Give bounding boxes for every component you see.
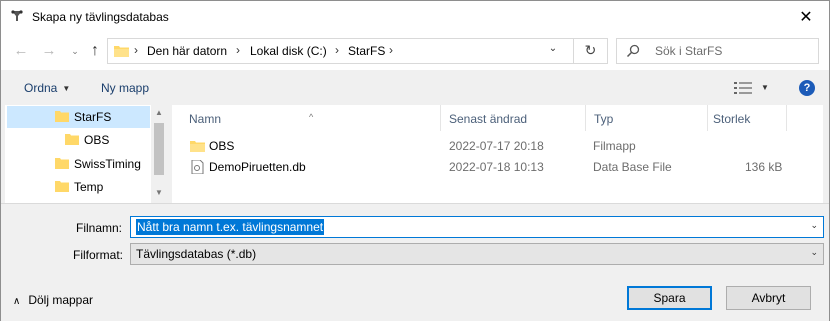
folder-icon <box>55 111 69 122</box>
cancel-button[interactable]: Avbryt <box>726 286 811 310</box>
nav-pane-scrollbar[interactable]: ▲ ▼ <box>151 105 167 203</box>
filename-value[interactable]: Nått bra namn t.ex. tävlingsnamnet <box>136 219 325 235</box>
search-placeholder: Sök i StarFS <box>655 44 723 58</box>
file-icon <box>191 160 204 174</box>
file-date: 2022-07-18 10:13 <box>449 160 544 174</box>
filename-field[interactable]: Nått bra namn t.ex. tävlingsnamnet ⌄ <box>130 216 824 238</box>
sort-ascending-icon: ^ <box>309 112 314 122</box>
forward-button[interactable]: → <box>39 41 59 61</box>
chevron-down-icon[interactable]: ⌄ <box>810 220 818 231</box>
column-header-label: Namn <box>189 112 222 126</box>
caret-down-icon: ▼ <box>62 84 71 93</box>
save-button[interactable]: Spara <box>627 286 712 310</box>
breadcrumb-starfs[interactable]: StarFS <box>348 44 385 58</box>
address-bar[interactable]: › Den här datorn › Lokal disk (C:) › Sta… <box>107 38 608 64</box>
filetype-value: Tävlingsdatabas (*.db) <box>136 247 257 261</box>
column-header-type[interactable]: Typ <box>586 105 707 131</box>
filename-label: Filnamn: <box>76 221 123 235</box>
tree-item-starfs[interactable]: StarFS <box>7 106 150 128</box>
file-name: OBS <box>209 139 235 153</box>
file-type: Filmapp <box>593 139 636 153</box>
scroll-up-icon[interactable]: ▲ <box>154 108 164 120</box>
folder-icon <box>114 46 129 57</box>
folder-icon <box>55 181 69 192</box>
file-date: 2022-07-17 20:18 <box>449 139 544 153</box>
organize-label: Ordna <box>24 81 58 95</box>
column-header-size[interactable]: Storlek <box>708 105 786 131</box>
up-button[interactable]: ↑ <box>85 41 105 61</box>
new-folder-button[interactable]: Ny mapp <box>101 81 149 95</box>
view-options-caret-icon[interactable]: ▼ <box>761 83 769 92</box>
tree-item-swisstiming[interactable]: SwissTiming <box>7 153 150 175</box>
address-dropdown-chevron-icon[interactable]: ⌄ <box>544 43 562 59</box>
folder-icon <box>65 134 79 145</box>
search-input[interactable]: Sök i StarFS <box>616 38 819 64</box>
title-bar: Skapa ny tävlingsdatabas ✕ <box>1 1 829 32</box>
command-toolbar: Ordna ▼ Ny mapp ▼ ? <box>1 70 829 105</box>
breadcrumb-local-disk[interactable]: Lokal disk (C:) <box>250 44 327 58</box>
refresh-button[interactable]: ↻ <box>573 38 607 64</box>
close-icon: ✕ <box>799 8 813 26</box>
tree-item-label: Temp <box>74 180 104 194</box>
file-row[interactable]: DemoPiruetten.db 2022-07-18 10:13 Data B… <box>172 158 792 177</box>
breadcrumb-separator[interactable]: › <box>236 43 240 57</box>
breadcrumb-this-pc[interactable]: Den här datorn <box>147 44 227 58</box>
breadcrumb-separator: › <box>134 43 138 57</box>
column-header-name[interactable]: ^ Namn <box>172 105 440 131</box>
tree-item-label: OBS <box>84 133 110 147</box>
navigation-pane: StarFS OBS SwissTiming Temp ▲ ▼ <box>5 105 167 203</box>
column-header-date[interactable]: Senast ändrad <box>441 105 585 131</box>
column-divider[interactable] <box>786 105 787 131</box>
help-icon[interactable]: ? <box>799 80 815 96</box>
save-dialog-window: Skapa ny tävlingsdatabas ✕ ← → ⌄ ↑ › Den… <box>0 0 830 321</box>
folder-icon <box>55 158 69 169</box>
file-size: 136 kB <box>745 160 783 174</box>
scroll-down-icon[interactable]: ▼ <box>154 188 164 200</box>
tree-item-label: StarFS <box>74 110 112 124</box>
navigation-bar: ← → ⌄ ↑ › Den här datorn › Lokal disk (C… <box>1 32 829 70</box>
scrollbar-thumb[interactable] <box>154 123 164 175</box>
column-header-label: Senast ändrad <box>449 112 528 126</box>
file-list: ^ Namn Senast ändrad Typ Storlek OBS 202… <box>172 105 823 203</box>
file-name: DemoPiruetten.db <box>209 160 306 174</box>
chevron-down-icon[interactable]: ⌄ <box>810 247 818 258</box>
hide-folders-label: Dölj mappar <box>28 293 94 307</box>
filetype-select[interactable]: Tävlingsdatabas (*.db) ⌄ <box>130 243 824 265</box>
recent-locations-chevron-icon[interactable]: ⌄ <box>65 41 85 61</box>
folder-icon <box>190 141 205 152</box>
view-options-icon[interactable] <box>734 82 752 94</box>
tree-item-obs[interactable]: OBS <box>7 129 150 151</box>
close-button[interactable]: ✕ <box>783 1 829 32</box>
file-type: Data Base File <box>593 160 672 174</box>
filetype-label: Filformat: <box>73 248 124 262</box>
column-header-label: Storlek <box>713 112 751 126</box>
organize-menu-button[interactable]: Ordna ▼ <box>24 81 70 95</box>
column-header-label: Typ <box>594 112 614 126</box>
file-row[interactable]: OBS 2022-07-17 20:18 Filmapp <box>172 137 792 156</box>
breadcrumb-separator[interactable]: › <box>335 43 339 57</box>
save-form: Filnamn: Nått bra namn t.ex. tävlingsnam… <box>1 203 829 321</box>
chevron-up-icon: ∧ <box>13 296 21 307</box>
breadcrumb-separator[interactable]: › <box>389 43 393 57</box>
window-title: Skapa ny tävlingsdatabas <box>32 10 169 24</box>
app-icon <box>11 10 23 21</box>
search-icon <box>626 44 640 58</box>
tree-item-label: SwissTiming <box>74 157 141 171</box>
tree-item-temp[interactable]: Temp <box>7 176 150 198</box>
back-button[interactable]: ← <box>11 41 31 61</box>
hide-folders-button[interactable]: ∧ Dölj mappar <box>13 293 93 307</box>
